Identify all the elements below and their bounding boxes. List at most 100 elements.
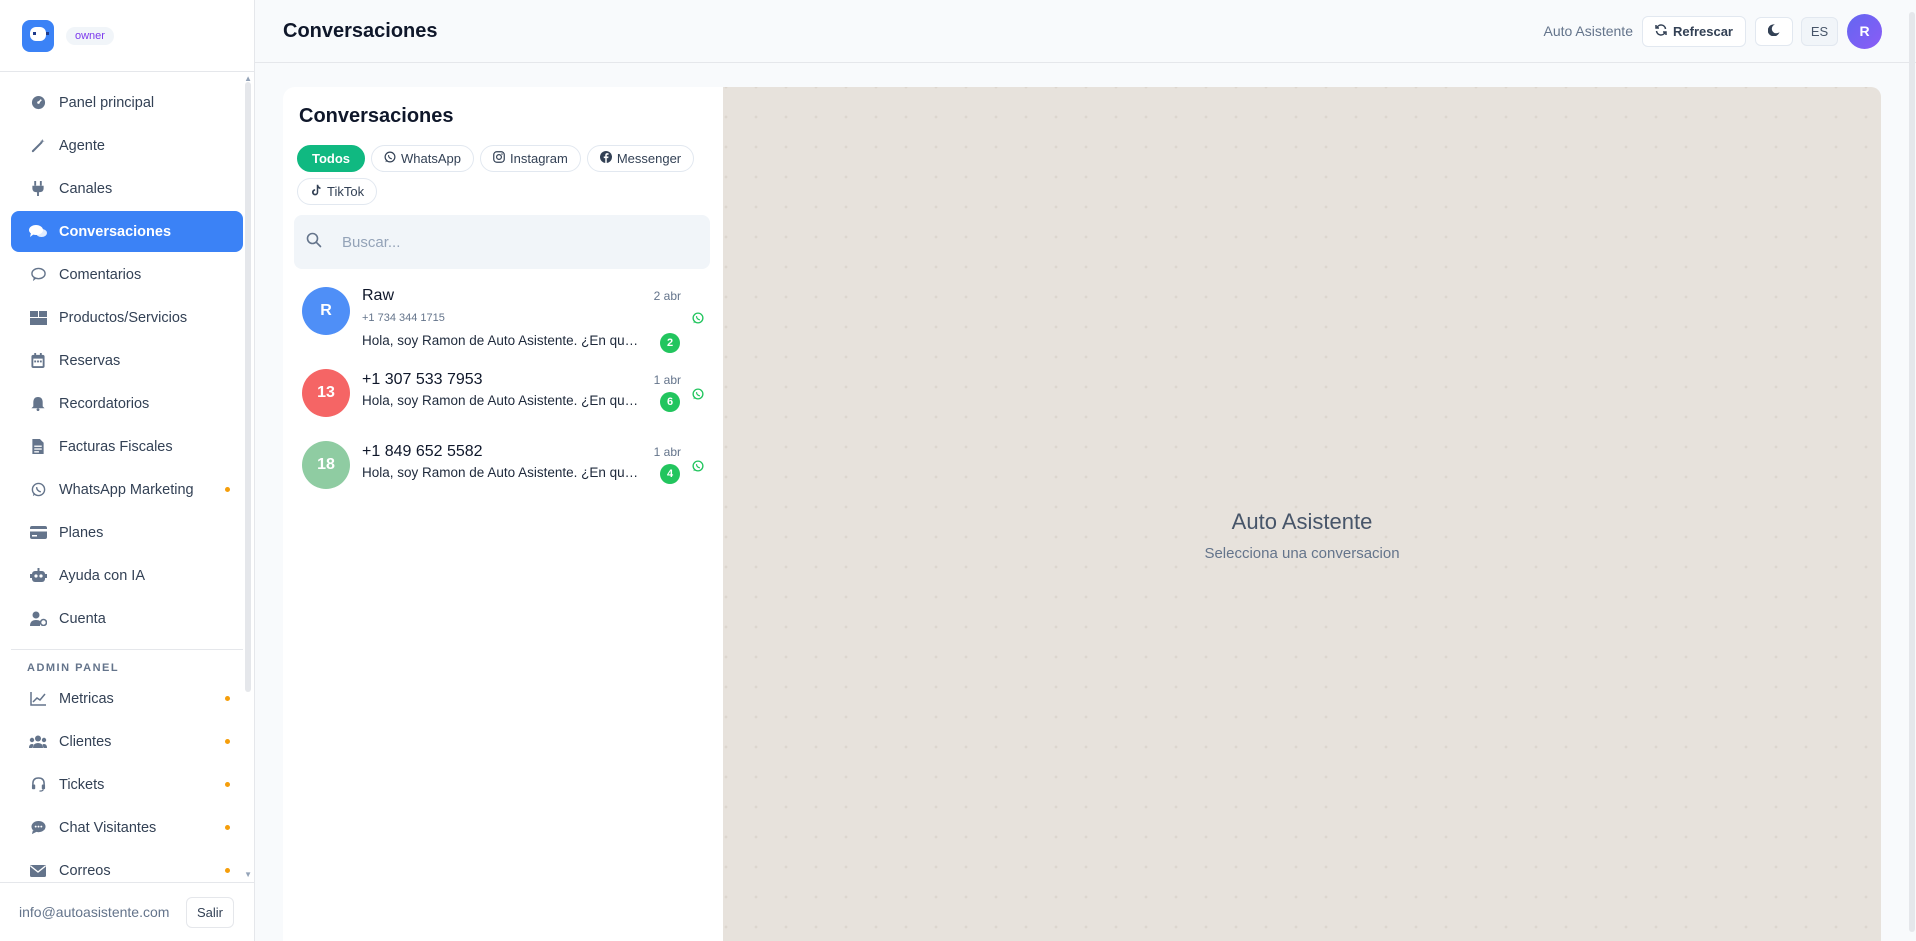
contact-avatar: R [302,287,350,335]
sidebar-item-panel-principal[interactable]: Panel principal [11,82,243,123]
search-box[interactable] [294,215,710,269]
contact-avatar: 18 [302,441,350,489]
sidebar-item-label: Panel principal [59,94,155,111]
unread-count-badge: 2 [660,333,680,353]
calendar-icon [29,352,47,370]
robot-icon [29,567,47,585]
instagram-icon [493,151,505,166]
scroll-down-arrow-icon[interactable]: ▼ [244,870,252,879]
filter-instagram[interactable]: Instagram [480,145,581,172]
user-avatar[interactable]: R [1847,13,1882,49]
chat-bubbles-icon [29,223,47,241]
refresh-button[interactable]: Refrescar [1642,15,1746,47]
sidebar-item-label: Conversaciones [59,223,172,240]
sidebar-item-comentarios[interactable]: Comentarios [11,254,243,295]
sidebar-item-chat-visitantes[interactable]: Chat Visitantes [11,807,243,848]
tiktok-icon [310,184,322,199]
new-indicator-dot [225,782,230,787]
filter-label: WhatsApp [401,151,462,166]
new-indicator-dot [225,487,230,492]
sidebar-item-recordatorios[interactable]: Recordatorios [11,383,243,424]
comment-icon [29,266,47,284]
admin-nav: Metricas Clientes Tickets Chat Visitante… [0,678,254,882]
role-badge: owner [66,26,114,45]
sidebar-item-canales[interactable]: Canales [11,168,243,209]
filter-label: TikTok [327,184,365,199]
sidebar-item-planes[interactable]: Planes [11,512,243,553]
sidebar-item-correos[interactable]: Correos [11,850,243,882]
filter-messenger[interactable]: Messenger [586,145,695,172]
new-indicator-dot [225,825,230,830]
main-nav: Panel principal Agente Canales Conversac… [0,72,254,639]
sidebar-item-label: Ayuda con IA [59,567,145,584]
scroll-up-arrow-icon[interactable]: ▲ [244,74,252,83]
top-header: Conversaciones Auto Asistente Refrescar … [255,0,1916,63]
app-logo[interactable] [22,19,54,52]
chat-area: Auto Asistente Selecciona una conversaci… [723,87,1881,941]
unread-count-badge: 6 [660,392,680,412]
new-indicator-dot [225,739,230,744]
sidebar-nav-scroll: Panel principal Agente Canales Conversac… [0,72,254,882]
page-scrollbar-thumb[interactable] [1909,12,1915,932]
user-email: info@autoasistente.com [19,904,170,920]
sidebar-scrollbar[interactable] [245,82,251,692]
sidebar-item-label: Correos [59,862,111,879]
sidebar-item-reservas[interactable]: Reservas [11,340,243,381]
line-chart-icon [29,690,47,708]
contact-name: Raw [362,287,395,304]
logout-button[interactable]: Salir [185,896,234,928]
sidebar-item-label: Metricas [59,690,114,707]
sidebar-item-conversaciones[interactable]: Conversaciones [11,211,243,252]
conversation-item[interactable]: 13 +1 307 533 7953 Hola, soy Ramon de Au… [283,363,723,435]
filter-label: Messenger [616,151,682,166]
sidebar-item-tickets[interactable]: Tickets [11,764,243,805]
whatsapp-icon [692,311,704,324]
headset-icon [29,776,47,794]
conversation-item[interactable]: 18 +1 849 652 5582 Hola, soy Ramon de Au… [283,435,723,507]
language-button[interactable]: ES [1801,16,1838,46]
sidebar-item-label: Facturas Fiscales [59,438,173,455]
sidebar-item-clientes[interactable]: Clientes [11,721,243,762]
unread-count-badge: 4 [660,464,680,484]
sidebar-item-metricas[interactable]: Metricas [11,678,243,719]
sidebar-item-facturas-fiscales[interactable]: Facturas Fiscales [11,426,243,467]
message-date: 1 abr [653,445,681,459]
filter-whatsapp[interactable]: WhatsApp [371,145,475,172]
conversations-panel: Conversaciones Todos WhatsApp Instagram … [283,87,723,941]
sidebar-item-label: Chat Visitantes [59,819,157,836]
sidebar-item-agente[interactable]: Agente [11,125,243,166]
sidebar-item-label: WhatsApp Marketing [59,481,194,498]
user-gear-icon [29,610,47,628]
sidebar-divider [11,649,243,650]
comment-dots-icon [29,819,47,837]
filter-label: Todos [312,151,351,166]
empty-state-title: Auto Asistente [1231,509,1373,534]
conversations-title: Conversaciones [299,105,454,127]
search-input[interactable] [342,233,642,251]
credit-card-icon [29,524,47,542]
page-scrollbar[interactable] [1908,0,1916,941]
sidebar-item-label: Agente [59,137,105,154]
filter-todos[interactable]: Todos [297,145,366,172]
bell-icon [29,395,47,413]
envelope-icon [29,862,47,880]
filter-tiktok[interactable]: TikTok [297,178,378,205]
sidebar-item-ayuda-con-ia[interactable]: Ayuda con IA [11,555,243,596]
theme-toggle-button[interactable] [1755,16,1793,46]
last-message-preview: Hola, soy Ramon de Auto Asistente. ¿En q… [362,393,644,408]
moon-icon [1767,23,1780,39]
refresh-label: Refrescar [1673,23,1733,39]
conversation-item[interactable]: R Raw +1 734 344 1715 Hola, soy Ramon de… [283,281,723,363]
whatsapp-icon [29,481,47,499]
channel-filters: Todos WhatsApp Instagram Messenger TikTo… [297,145,717,205]
users-icon [29,733,47,751]
sidebar-item-whatsapp-marketing[interactable]: WhatsApp Marketing [11,469,243,510]
contact-avatar: 13 [302,369,350,417]
contact-name: +1 307 533 7953 [362,371,483,388]
sidebar-item-cuenta[interactable]: Cuenta [11,598,243,639]
plug-icon [29,180,47,198]
contact-name: +1 849 652 5582 [362,443,483,460]
sidebar-item-productos-servicios[interactable]: Productos/Servicios [11,297,243,338]
last-message-preview: Hola, soy Ramon de Auto Asistente. ¿En q… [362,465,644,480]
sidebar-footer: info@autoasistente.com Salir [0,882,254,941]
